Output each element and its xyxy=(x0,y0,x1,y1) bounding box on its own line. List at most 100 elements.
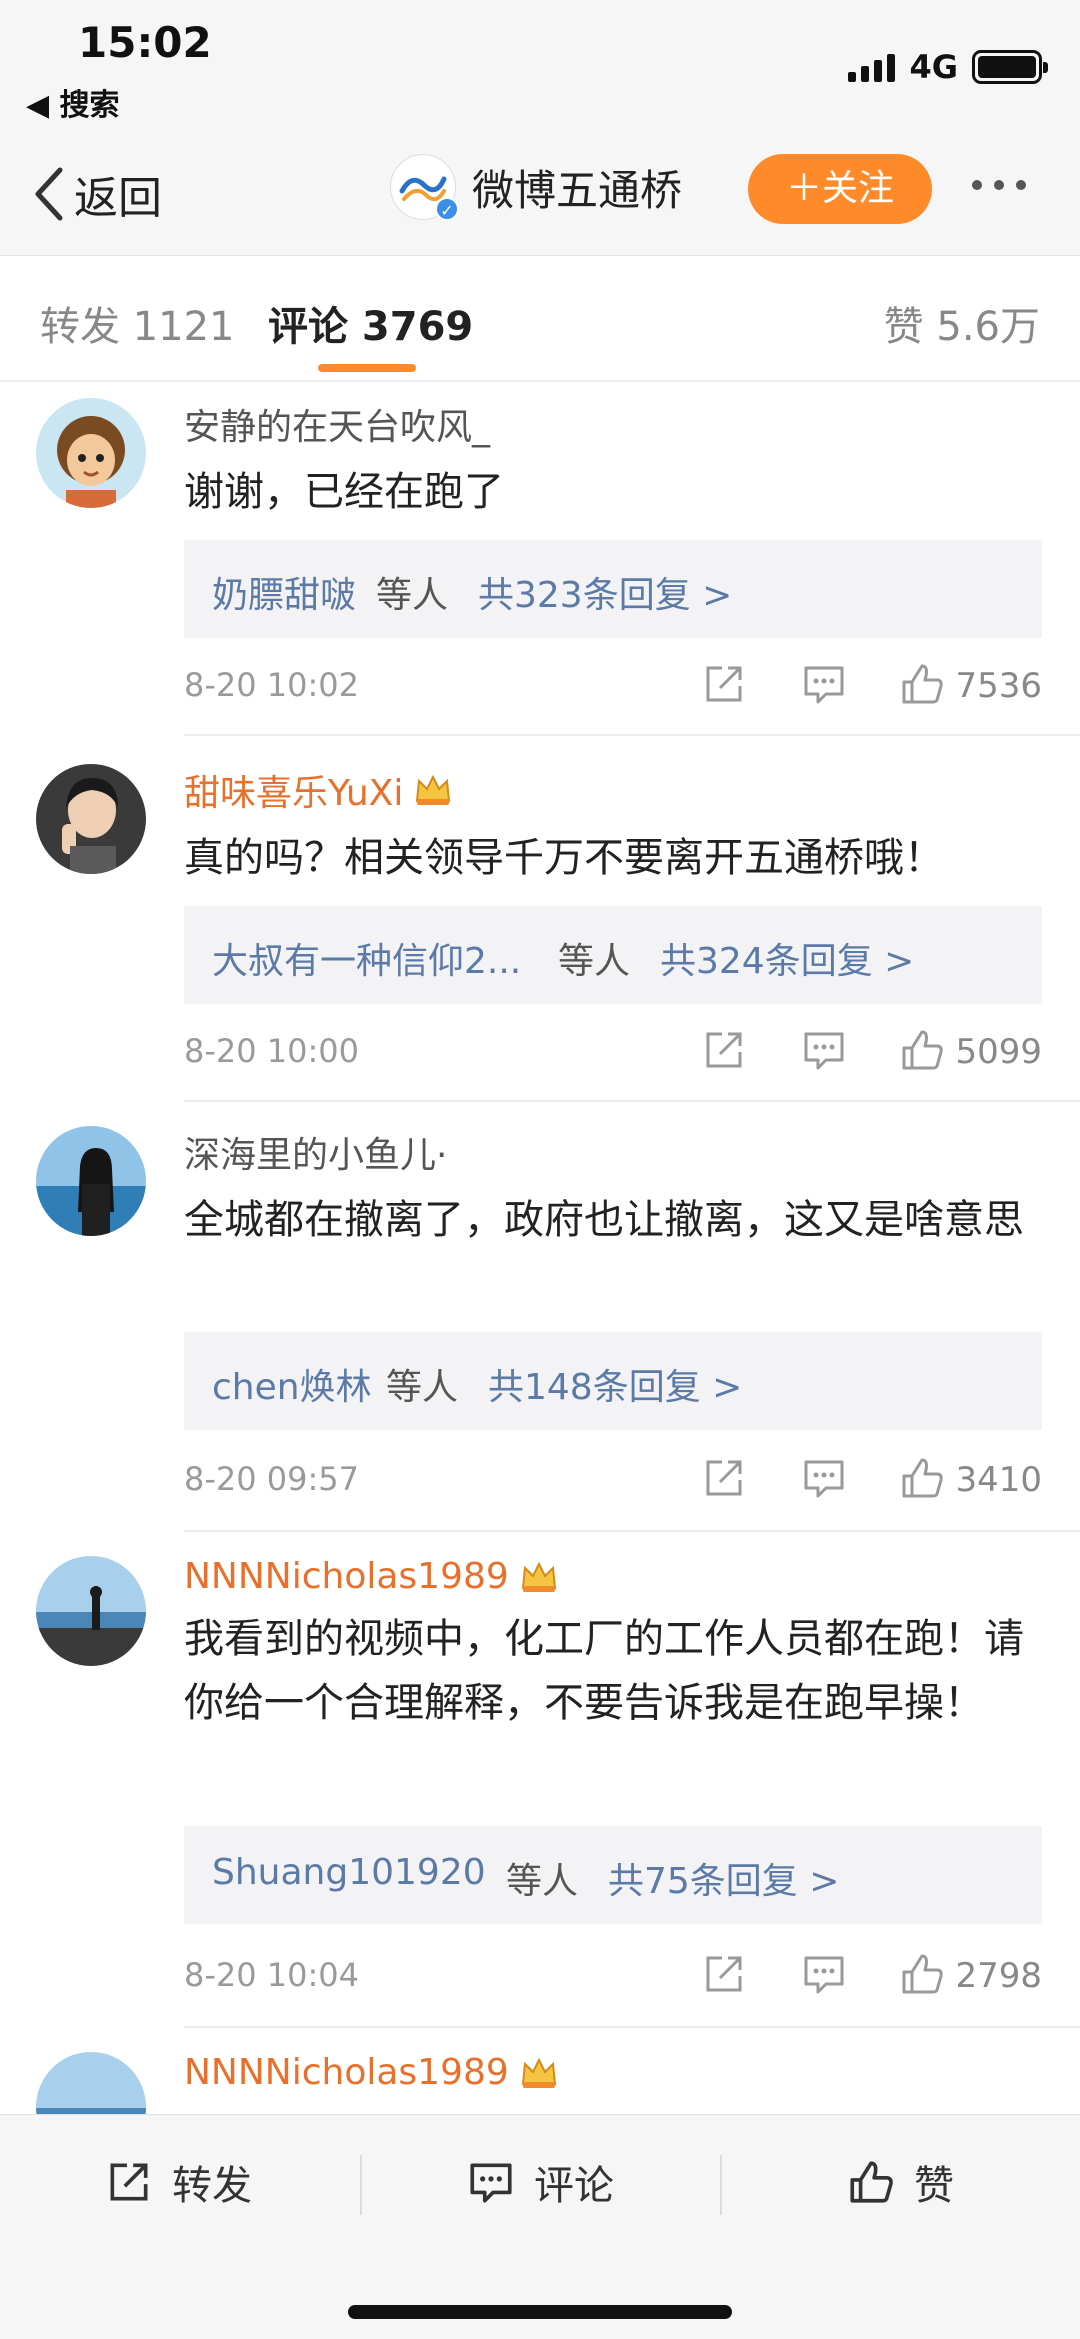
reply-names: Shuang101920 xyxy=(212,1852,486,1893)
reply-names: chen焕林 xyxy=(212,1367,372,1408)
verified-badge-icon: ✓ xyxy=(435,197,459,221)
status-bar: 15:02 ◀ 搜索 4G xyxy=(0,0,1080,140)
comment-text: 全城都在撤离了，政府也让撤离，这又是啥意思 xyxy=(184,1197,1024,1243)
back-to-app-link[interactable]: ◀ 搜索 xyxy=(26,80,120,124)
avatar[interactable] xyxy=(36,1126,146,1236)
like-button[interactable]: 赞 xyxy=(846,2153,954,2211)
comment-list: 安静的在天台吹风_ 谢谢，已经在跑了 奶膘甜啵 等人 共323条回复 > 8-2… xyxy=(0,384,1080,2114)
comment-time: 8-20 10:00 xyxy=(184,1032,360,1070)
crown-icon xyxy=(521,1561,556,1592)
comment-item: 安静的在天台吹风_ 谢谢，已经在跑了 奶膘甜啵 等人 共323条回复 > 8-2… xyxy=(0,384,1080,750)
tab-comments[interactable]: 评论 3769 xyxy=(268,294,473,352)
username-text: 深海里的小鱼儿· xyxy=(184,1135,448,1176)
tab-likes[interactable]: 赞 5.6万 xyxy=(884,294,1040,352)
comment-icon[interactable] xyxy=(800,1950,848,1998)
like-count: 2798 xyxy=(955,1956,1042,1996)
account-name: 微博五通桥 xyxy=(472,165,683,215)
avatar[interactable] xyxy=(36,764,146,874)
username[interactable]: 甜味喜乐YuXi xyxy=(184,764,1042,816)
comment-icon[interactable] xyxy=(800,1454,848,1502)
replies-summary[interactable]: 大叔有一种信仰2... 等人 共324条回复 > xyxy=(184,906,1042,1004)
crown-icon xyxy=(416,774,451,805)
divider xyxy=(184,2026,1080,2028)
thumbs-up-icon[interactable] xyxy=(898,660,946,708)
signal-icon xyxy=(848,52,896,82)
share-icon[interactable] xyxy=(700,660,748,708)
reply-etc: 等人 xyxy=(386,1367,459,1408)
username[interactable]: NNNNicholas1989 xyxy=(184,2052,1042,2093)
reply-count: 共148条回复 > xyxy=(488,1367,743,1408)
repost-label: 转发 xyxy=(172,2163,252,2209)
comment-meta: 8-20 10:00 5099 xyxy=(184,1022,1042,1082)
reply-count: 共323条回复 > xyxy=(478,575,733,616)
comment-icon[interactable] xyxy=(800,660,848,708)
comment-content: 深海里的小鱼儿· 全城都在撤离了，政府也让撤离，这又是啥意思 xyxy=(184,1126,1042,1252)
comment-content: 甜味喜乐YuXi 真的吗？相关领导千万不要离开五通桥哦！ xyxy=(184,764,1042,890)
share-icon xyxy=(110,2163,148,2201)
avatar[interactable] xyxy=(36,398,146,508)
reply-etc: 等人 xyxy=(506,1861,579,1902)
reply-count: 共324条回复 > xyxy=(660,941,915,982)
comment-item: 甜味喜乐YuXi 真的吗？相关领导千万不要离开五通桥哦！ 大叔有一种信仰2...… xyxy=(0,750,1080,1116)
avatar[interactable] xyxy=(36,2052,146,2114)
comment-time: 8-20 09:57 xyxy=(184,1460,360,1498)
like-count: 7536 xyxy=(955,666,1042,706)
share-icon[interactable] xyxy=(700,1026,748,1074)
divider xyxy=(184,734,1080,736)
comment-content: NNNNicholas1989 xyxy=(184,2052,1042,2093)
comment-button[interactable]: 评论 xyxy=(466,2153,614,2211)
comment-icon[interactable] xyxy=(800,1026,848,1074)
username[interactable]: 深海里的小鱼儿· xyxy=(184,1126,1042,1178)
username-text: NNNNicholas1989 xyxy=(184,2052,509,2093)
comment-item: 深海里的小鱼儿· 全城都在撤离了，政府也让撤离，这又是啥意思 chen焕林 等人… xyxy=(0,1116,1080,1546)
divider xyxy=(184,1100,1080,1102)
comment-time: 8-20 10:04 xyxy=(184,1956,360,1994)
account-header[interactable]: ✓ 微博五通桥 xyxy=(390,154,683,221)
network-type: 4G xyxy=(909,48,958,86)
bottom-toolbar: 转发 评论 赞 xyxy=(0,2114,1080,2339)
thumbs-up-icon[interactable] xyxy=(898,1454,946,1502)
comment-text: 真的吗？相关领导千万不要离开五通桥哦！ xyxy=(184,835,944,881)
replies-summary[interactable]: chen焕林 等人 共148条回复 > xyxy=(184,1332,1042,1430)
comment-text: 谢谢，已经在跑了 xyxy=(184,469,504,515)
chevron-left-icon xyxy=(35,167,63,221)
comment-label: 评论 xyxy=(534,2163,614,2209)
divider xyxy=(720,2155,722,2215)
thumbs-up-icon[interactable] xyxy=(898,1026,946,1074)
status-indicators: 4G xyxy=(848,48,1048,86)
username-text: NNNNicholas1989 xyxy=(184,1556,509,1597)
comment-text: 我看到的视频中，化工厂的工作人员都在跑！请你给一个合理解释，不要告诉我是在跑早操… xyxy=(184,1616,1024,1726)
comment-meta: 8-20 09:57 3410 xyxy=(184,1450,1042,1510)
replies-summary[interactable]: 奶膘甜啵 等人 共323条回复 > xyxy=(184,540,1042,638)
reply-count: 共75条回复 > xyxy=(608,1861,840,1902)
repost-button[interactable]: 转发 xyxy=(104,2153,252,2211)
username[interactable]: 安静的在天台吹风_ xyxy=(184,398,1042,450)
more-dots-icon[interactable] xyxy=(972,180,1026,190)
crown-icon xyxy=(521,2057,556,2088)
reply-names: 大叔有一种信仰2... xyxy=(212,941,522,982)
reply-etc: 等人 xyxy=(558,941,631,982)
username-text: 甜味喜乐YuXi xyxy=(184,773,404,814)
like-label: 赞 xyxy=(914,2163,954,2209)
tab-bar: 转发 1121 评论 3769 赞 5.6万 xyxy=(0,256,1080,382)
thumbs-up-icon[interactable] xyxy=(898,1950,946,1998)
comment-meta: 8-20 10:02 7536 xyxy=(184,656,1042,716)
tab-repost[interactable]: 转发 1121 xyxy=(40,294,235,352)
battery-icon xyxy=(972,50,1048,84)
home-indicator[interactable] xyxy=(348,2305,732,2319)
comment-content: 安静的在天台吹风_ 谢谢，已经在跑了 xyxy=(184,398,1042,524)
battery-level xyxy=(978,56,1036,78)
divider xyxy=(184,1530,1080,1532)
avatar[interactable] xyxy=(36,1556,146,1666)
username[interactable]: NNNNicholas1989 xyxy=(184,1556,1042,1597)
follow-button[interactable]: ＋关注 xyxy=(748,154,932,224)
share-icon[interactable] xyxy=(700,1950,748,1998)
thumbs-up-icon xyxy=(850,2161,893,2203)
reply-etc: 等人 xyxy=(376,575,449,616)
replies-summary[interactable]: Shuang101920 等人 共75条回复 > xyxy=(184,1826,1042,1924)
back-button[interactable]: 返回 xyxy=(30,162,162,226)
status-time: 15:02 xyxy=(78,18,212,67)
share-icon[interactable] xyxy=(700,1454,748,1502)
reply-names: 奶膘甜啵 xyxy=(212,575,357,616)
divider xyxy=(360,2155,362,2215)
